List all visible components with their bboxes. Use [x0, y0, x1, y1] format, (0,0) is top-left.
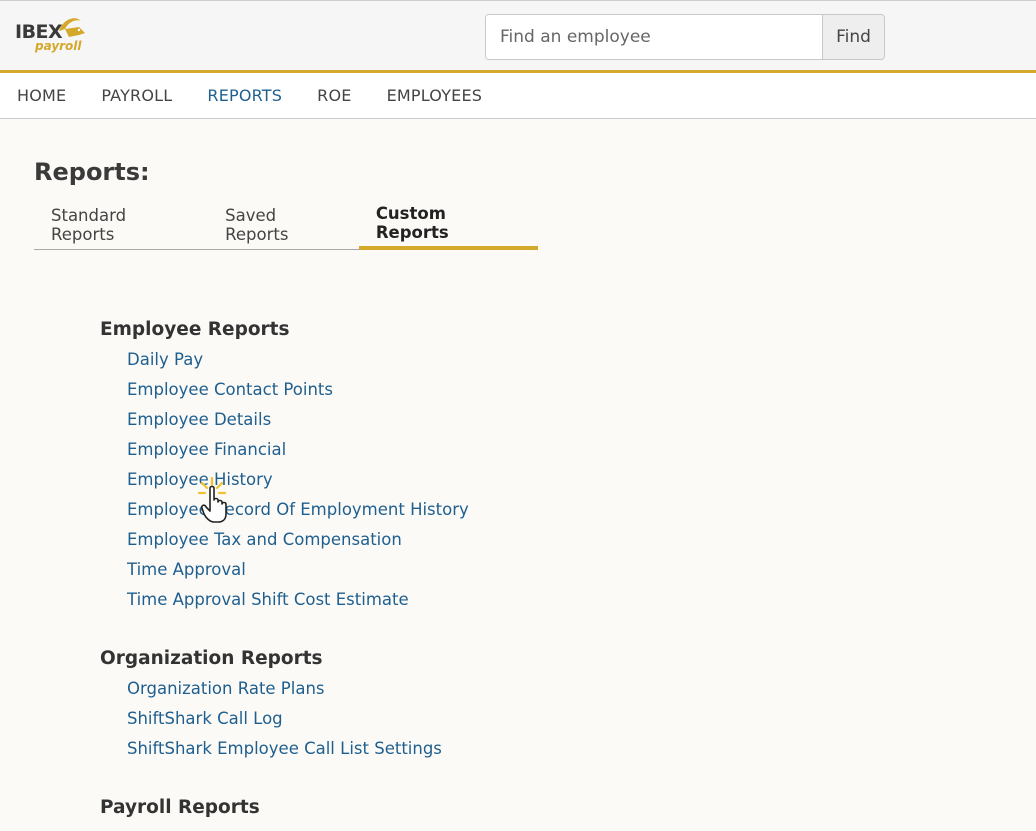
nav-payroll[interactable]: PAYROLL: [101, 86, 172, 105]
list-item: Employee Record Of Employment History: [127, 495, 469, 525]
section-employee-reports: Employee Reports Daily Pay Employee Cont…: [100, 315, 469, 615]
section-payroll-reports: Payroll Reports: [100, 793, 260, 823]
list-item: Employee History: [127, 465, 469, 495]
report-link-time-approval[interactable]: Time Approval: [127, 560, 246, 579]
list-item: ShiftShark Employee Call List Settings: [127, 734, 442, 764]
report-list: Organization Rate Plans ShiftShark Call …: [127, 674, 442, 764]
tab-standard-reports[interactable]: Standard Reports: [34, 200, 208, 250]
ibex-payroll-logo[interactable]: IBEX payroll: [15, 15, 95, 59]
section-title: Organization Reports: [100, 648, 323, 669]
ibex-goat-icon: [59, 18, 85, 37]
report-list: Daily Pay Employee Contact Points Employ…: [127, 345, 469, 615]
report-link-time-approval-shift-cost[interactable]: Time Approval Shift Cost Estimate: [127, 590, 409, 609]
page-title: Reports:: [34, 158, 150, 186]
nav-roe[interactable]: ROE: [317, 86, 351, 105]
report-link-employee-tax-compensation[interactable]: Employee Tax and Compensation: [127, 530, 402, 549]
report-link-employee-financial[interactable]: Employee Financial: [127, 440, 286, 459]
list-item: Time Approval: [127, 555, 469, 585]
main-nav: HOME PAYROLL REPORTS ROE EMPLOYEES: [0, 73, 1036, 119]
employee-search: Find: [485, 14, 885, 60]
top-header: IBEX payroll Find: [0, 0, 1036, 73]
list-item: Employee Financial: [127, 435, 469, 465]
list-item: Organization Rate Plans: [127, 674, 442, 704]
search-input[interactable]: [486, 15, 822, 59]
tab-custom-reports[interactable]: Custom Reports: [358, 200, 538, 250]
report-link-employee-roe-history[interactable]: Employee Record Of Employment History: [127, 500, 469, 519]
report-link-daily-pay[interactable]: Daily Pay: [127, 350, 203, 369]
section-title: Payroll Reports: [100, 797, 260, 818]
report-link-employee-contact-points[interactable]: Employee Contact Points: [127, 380, 333, 399]
tab-saved-reports[interactable]: Saved Reports: [208, 200, 359, 250]
nav-reports[interactable]: REPORTS: [207, 86, 282, 105]
report-link-organization-rate-plans[interactable]: Organization Rate Plans: [127, 679, 325, 698]
list-item: ShiftShark Call Log: [127, 704, 442, 734]
report-tabs: Standard Reports Saved Reports Custom Re…: [34, 200, 538, 250]
list-item: Employee Details: [127, 405, 469, 435]
section-title: Employee Reports: [100, 319, 290, 340]
report-link-shiftshark-call-list-settings[interactable]: ShiftShark Employee Call List Settings: [127, 739, 442, 758]
list-item: Time Approval Shift Cost Estimate: [127, 585, 469, 615]
nav-home[interactable]: HOME: [17, 86, 66, 105]
list-item: Employee Contact Points: [127, 375, 469, 405]
report-link-employee-details[interactable]: Employee Details: [127, 410, 271, 429]
report-link-shiftshark-call-log[interactable]: ShiftShark Call Log: [127, 709, 283, 728]
report-link-employee-history[interactable]: Employee History: [127, 470, 273, 489]
list-item: Employee Tax and Compensation: [127, 525, 469, 555]
list-item: Daily Pay: [127, 345, 469, 375]
find-button[interactable]: Find: [822, 15, 884, 59]
nav-employees[interactable]: EMPLOYEES: [387, 86, 483, 105]
section-organization-reports: Organization Reports Organization Rate P…: [100, 644, 442, 764]
